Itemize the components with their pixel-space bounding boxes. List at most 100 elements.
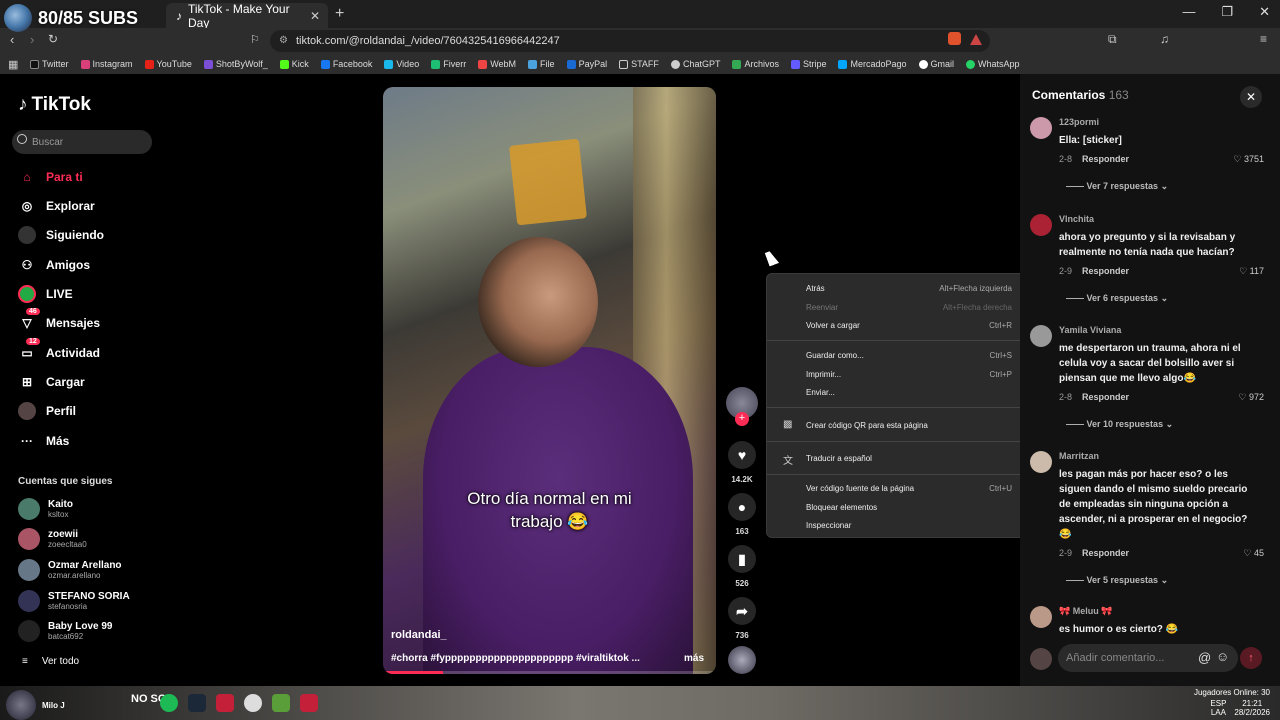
reply-button[interactable]: Responder (1082, 548, 1129, 558)
nav-amigos[interactable]: ⚇ Amigos (18, 256, 90, 274)
spotify-icon[interactable] (160, 694, 178, 712)
view-replies[interactable]: —— Ver 10 respuestas ⌄ (1066, 419, 1173, 430)
menu-item-send[interactable]: Enviar... (767, 384, 1028, 400)
menu-item-inspect[interactable]: Inspeccionar (767, 517, 1028, 533)
nav-cargar[interactable]: ⊞ Cargar (18, 373, 85, 391)
menu-item-save-as[interactable]: Guardar como... Ctrl+S (767, 347, 1028, 363)
comment-like[interactable]: ♡ 3751 (1233, 154, 1264, 165)
following-item[interactable]: Baby Love 99 batcat692 (18, 620, 112, 642)
avatar[interactable] (1030, 451, 1052, 473)
view-replies[interactable]: —— Ver 7 respuestas ⌄ (1066, 181, 1168, 192)
minecraft-icon[interactable] (272, 694, 290, 712)
menu-item-reload[interactable]: Volver a cargar Ctrl+R (767, 317, 1028, 333)
menu-item-forward[interactable]: Reenviar Alt+Flecha derecha (767, 299, 1028, 315)
close-comments-button[interactable]: ✕ (1240, 86, 1262, 108)
bookmark-twitter[interactable]: Twitter (30, 59, 69, 69)
site-info-icon[interactable]: ⚙ (279, 35, 288, 46)
tiktok-logo[interactable]: ♪ TikTok (18, 94, 91, 116)
comment-user[interactable]: Marritzan (1059, 451, 1099, 461)
bookmark-video[interactable]: Video (384, 59, 419, 69)
restore-icon[interactable]: ❐ (1221, 4, 1233, 20)
bookmark-archivos[interactable]: Archivos (732, 59, 779, 69)
view-replies[interactable]: —— Ver 6 respuestas ⌄ (1066, 293, 1168, 304)
following-item[interactable]: STEFANO SORIA stefanosria (18, 590, 130, 612)
forward-icon[interactable]: › (30, 32, 34, 47)
url-field[interactable]: ⚙ tiktok.com/@roldandai_/video/760432541… (270, 30, 990, 52)
share-button[interactable]: ➦ 736 (728, 597, 756, 640)
video-progress[interactable] (383, 671, 716, 674)
mention-icon[interactable]: @ (1198, 650, 1211, 665)
menu-item-view-source[interactable]: Ver código fuente de la página Ctrl+U (767, 480, 1028, 496)
send-comment-button[interactable]: ↑ (1240, 647, 1262, 669)
steam-icon[interactable] (188, 694, 206, 712)
apps-grid-icon[interactable]: ▦ (8, 58, 18, 71)
menu-item-translate[interactable]: 文 Traducir a español (767, 450, 1028, 468)
app-icon[interactable] (300, 694, 318, 712)
back-icon[interactable]: ‹ (10, 32, 14, 47)
following-item[interactable]: Ozmar Arellano ozmar.arellano (18, 559, 122, 581)
avatar[interactable] (1030, 325, 1052, 347)
bookmark-instagram[interactable]: Instagram (80, 59, 133, 69)
video-hashtags[interactable]: #chorra #fyppppppppppppppppppppp #viralt… (391, 653, 640, 664)
nav-siguiendo[interactable]: Siguiendo (18, 226, 104, 244)
nav-explorar[interactable]: ◎ Explorar (18, 197, 95, 215)
bookmark-facebook[interactable]: Facebook (320, 59, 372, 69)
bookmark-shotbywolf[interactable]: ShotByWolf_ (203, 59, 268, 69)
bookmark-fiverr[interactable]: Fiverr (431, 59, 466, 69)
menu-item-block[interactable]: Bloquear elementos (767, 499, 1028, 515)
menu-item-qr[interactable]: ▩ Crear código QR para esta página (767, 417, 1028, 433)
comment-user[interactable]: 🎀 Meluu 🎀 (1059, 606, 1112, 617)
bookmark-gmail[interactable]: Gmail (918, 59, 954, 69)
nav-para-ti[interactable]: ⌂ Para ti (18, 168, 82, 186)
menu-item-back[interactable]: Atrás Alt+Flecha izquierda (767, 280, 1028, 296)
bookmark-stripe[interactable]: Stripe (790, 59, 826, 69)
nav-perfil[interactable]: Perfil (18, 402, 76, 420)
menu-icon[interactable]: ≡ (1260, 32, 1267, 46)
close-tab-icon[interactable]: ✕ (310, 9, 320, 23)
avatar[interactable] (1030, 214, 1052, 236)
follow-plus-button[interactable]: + (735, 412, 749, 426)
comment-like[interactable]: ♡ 45 (1243, 548, 1264, 559)
bookmark-kick[interactable]: Kick (279, 59, 309, 69)
menu-item-print[interactable]: Imprimir... Ctrl+P (767, 366, 1028, 382)
browser-tab[interactable]: ♪ TikTok - Make Your Day ✕ (166, 2, 328, 30)
reload-icon[interactable]: ↻ (48, 32, 58, 46)
brave-shield-icon[interactable] (948, 32, 961, 45)
reply-button[interactable]: Responder (1082, 154, 1129, 164)
like-button[interactable]: ♥ 14.2K (728, 441, 756, 484)
emoji-icon[interactable]: ☺ (1216, 649, 1229, 664)
view-replies[interactable]: —— Ver 5 respuestas ⌄ (1066, 575, 1168, 586)
avatar[interactable] (1030, 117, 1052, 139)
affinity-icon[interactable] (216, 694, 234, 712)
comment-user[interactable]: Vlnchita (1059, 214, 1094, 224)
bookmark-whatsapp[interactable]: WhatsApp (966, 59, 1020, 69)
close-window-icon[interactable]: ✕ (1259, 4, 1270, 20)
following-item[interactable]: zoewii zoeecltaa0 (18, 528, 87, 550)
following-item[interactable]: Kaito ksltox (18, 498, 73, 520)
nav-mensajes[interactable]: ▽ 46 Mensajes (18, 308, 100, 332)
nav-live[interactable]: LIVE (18, 285, 73, 303)
video-author[interactable]: roldandai_ (391, 629, 447, 641)
new-tab-button[interactable]: + (335, 5, 344, 23)
music-icon[interactable]: ♫ (1160, 32, 1169, 46)
save-button[interactable]: ▮ 526 (728, 545, 756, 588)
bookmark-staff[interactable]: STAFF (619, 59, 659, 69)
more-button[interactable]: más (684, 653, 704, 664)
bookmark-chatgpt[interactable]: ChatGPT (670, 59, 720, 69)
music-disc[interactable] (728, 646, 756, 674)
comment-like[interactable]: ♡ 117 (1239, 266, 1264, 277)
settings-icon[interactable] (244, 694, 262, 712)
comment-user[interactable]: Yamila Viviana (1059, 325, 1121, 335)
extensions-icon[interactable]: ⧉ (1108, 32, 1117, 47)
minimize-icon[interactable]: — (1182, 4, 1195, 20)
search-input[interactable]: Buscar (12, 130, 152, 154)
comment-user[interactable]: 123pormi (1059, 117, 1099, 127)
bookmark-icon[interactable]: ⚐ (250, 33, 260, 46)
nav-mas[interactable]: ··· Más (18, 432, 69, 450)
bookmark-mercadopago[interactable]: MercadoPago (838, 59, 907, 69)
bookmark-webm[interactable]: WebM (478, 59, 516, 69)
reply-button[interactable]: Responder (1082, 392, 1129, 402)
bookmark-youtube[interactable]: YouTube (144, 59, 192, 69)
bookmark-file[interactable]: File (528, 59, 555, 69)
rewards-icon[interactable] (970, 34, 982, 45)
